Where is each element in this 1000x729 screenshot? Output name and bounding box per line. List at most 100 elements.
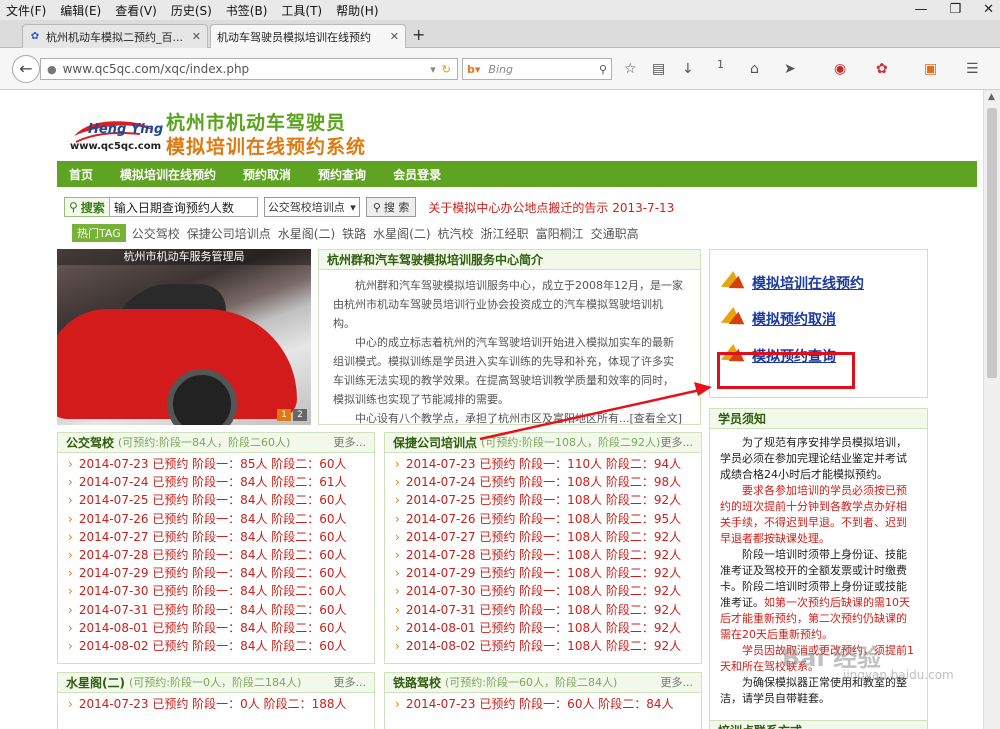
tag-link[interactable]: 富阳桐江 <box>536 225 584 242</box>
more-link[interactable]: 更多... <box>334 673 367 692</box>
close-tab-icon[interactable]: ✕ <box>390 30 399 43</box>
menu-tools[interactable]: 工具(T) <box>281 2 322 19</box>
nav-query[interactable]: 预约查询 <box>318 166 366 183</box>
more-link[interactable]: 更多... <box>661 433 694 452</box>
reload-icon[interactable]: ↻ <box>442 63 451 76</box>
intro-paragraph: 中心的成立标志着杭州的汽车驾驶培训开始进入模拟加实车的最新组训模式。模拟训练是学… <box>333 336 674 406</box>
tag-link[interactable]: 杭汽校 <box>438 225 474 242</box>
maximize-icon[interactable]: ❐ <box>949 2 961 17</box>
tab-title: 杭州机动车模拟二预约_百... <box>46 30 183 44</box>
search-icon[interactable]: ⚲ <box>599 63 607 76</box>
tag-link[interactable]: 交通职高 <box>591 225 639 242</box>
list-item[interactable]: 2014-07-25 已预约 阶段一：108人 阶段二：92人 <box>385 491 701 509</box>
list-item[interactable]: 2014-08-01 已预约 阶段一：108人 阶段二：92人 <box>385 619 701 637</box>
tab-current[interactable]: 机动车驾驶员模拟培训在线预约 ✕ <box>210 24 406 48</box>
tag-link[interactable]: 铁路 <box>342 225 366 242</box>
nav-booking[interactable]: 模拟培训在线预约 <box>120 166 216 183</box>
list-item[interactable]: 2014-07-29 已预约 阶段一：84人 阶段二：60人 <box>58 564 374 582</box>
link-cancel-booking[interactable]: 模拟预约取消 <box>717 307 836 331</box>
link-online-booking[interactable]: 模拟培训在线预约 <box>717 271 864 295</box>
pin-icon[interactable]: ➤ <box>784 61 796 77</box>
list-item[interactable]: 2014-07-24 已预约 阶段一：84人 阶段二：61人 <box>58 473 374 491</box>
menu-bookmarks[interactable]: 书签(B) <box>226 2 268 19</box>
search-submit-button[interactable]: ⚲ 搜 索 <box>365 197 417 217</box>
menu-view[interactable]: 查看(V) <box>115 2 157 19</box>
star-icon[interactable]: ☆ <box>624 61 637 77</box>
tag-link[interactable]: 水星阁(二) <box>373 225 430 242</box>
scroll-thumb[interactable] <box>987 108 997 378</box>
tag-link[interactable]: 水星阁(二) <box>278 225 335 242</box>
counter-badge[interactable]: 1 <box>717 58 724 71</box>
list-item[interactable]: 2014-08-02 已预约 阶段一：108人 阶段二：92人 <box>385 637 701 655</box>
list-item[interactable]: 2014-08-01 已预约 阶段一：84人 阶段二：60人 <box>58 619 374 637</box>
list-item[interactable]: 2014-07-27 已预约 阶段一：108人 阶段二：92人 <box>385 528 701 546</box>
list-item[interactable]: 2014-07-26 已预约 阶段一：84人 阶段二：60人 <box>58 510 374 528</box>
contact-box: 培训点联系方式 <box>709 720 928 729</box>
close-icon[interactable]: ✕ <box>983 2 994 17</box>
list-item[interactable]: 2014-07-29 已预约 阶段一：108人 阶段二：92人 <box>385 564 701 582</box>
fu-icon[interactable]: ✿ <box>876 61 888 77</box>
more-link[interactable]: 更多... <box>334 433 367 452</box>
list-header: 保捷公司培训点 (可预约:阶段一108人，阶段二92人) 更多... <box>385 433 701 453</box>
close-tab-icon[interactable]: ✕ <box>192 30 201 43</box>
hamburger-icon[interactable]: ☰ <box>966 61 979 77</box>
intro-more-link[interactable]: 中心设有八个教学点，承担了杭州市区及富阳地区所有...[查看全文] <box>333 409 684 428</box>
list-item[interactable]: 2014-07-27 已预约 阶段一：84人 阶段二：60人 <box>58 528 374 546</box>
nav-home[interactable]: 首页 <box>69 166 93 183</box>
back-icon[interactable]: ← <box>12 55 40 83</box>
site-logo[interactable]: Heng Ying www.qc5qc.com 杭州市机动车驾驶员 模拟培训在线… <box>70 108 370 158</box>
window-controls: — ❐ ✕ <box>914 2 994 17</box>
list-item[interactable]: 2014-07-23 已预约 阶段一：0人 阶段二：188人 <box>58 695 374 713</box>
extension-icon[interactable]: ▣ <box>924 61 937 77</box>
menu-file[interactable]: 文件(F) <box>6 2 46 19</box>
list-item[interactable]: 2014-07-23 已预约 阶段一：110人 阶段二：94人 <box>385 455 701 473</box>
search-label-button[interactable]: ⚲ 搜索 <box>64 197 110 217</box>
new-tab-icon[interactable]: + <box>412 25 425 44</box>
scroll-up-icon[interactable]: ▲ <box>988 92 995 102</box>
list-item[interactable]: 2014-07-25 已预约 阶段一：84人 阶段二：60人 <box>58 491 374 509</box>
notes-paragraph: 阶段一培训时须带上身份证、技能准考证及驾校开的全额发票或计时缴费卡。阶段二培训时… <box>720 547 917 643</box>
date-search-input[interactable]: 输入日期查询预约人数 <box>109 197 258 217</box>
dropdown-icon[interactable]: ▾ <box>430 63 436 76</box>
list-item[interactable]: 2014-07-23 已预约 阶段一：85人 阶段二：60人 <box>58 455 374 473</box>
list-item[interactable]: 2014-07-28 已预约 阶段一：108人 阶段二：92人 <box>385 546 701 564</box>
list-item[interactable]: 2014-07-30 已预约 阶段一：84人 阶段二：60人 <box>58 582 374 600</box>
nav-login[interactable]: 会员登录 <box>393 166 441 183</box>
intro-paragraph: 杭州群和汽车驾驶模拟培训服务中心，成立于2008年12月，是一家由杭州市机动车驾… <box>333 279 683 330</box>
list-item[interactable]: 2014-07-26 已预约 阶段一：108人 阶段二：95人 <box>385 510 701 528</box>
reading-list-icon[interactable]: ▤ <box>652 61 665 77</box>
chevron-down-icon: ▾ <box>350 200 356 214</box>
more-link[interactable]: 更多... <box>661 673 694 692</box>
menu-help[interactable]: 帮助(H) <box>336 2 378 19</box>
slideshow[interactable]: 杭州市机动车服务管理局 1 2 <box>57 249 311 425</box>
list-item[interactable]: 2014-07-31 已预约 阶段一：84人 阶段二：60人 <box>58 601 374 619</box>
list-item[interactable]: 2014-07-24 已预约 阶段一：108人 阶段二：98人 <box>385 473 701 491</box>
list-rows: 2014-07-23 已预约 阶段一：0人 阶段二：188人 <box>58 693 374 713</box>
list-item[interactable]: 2014-07-30 已预约 阶段一：108人 阶段二：92人 <box>385 582 701 600</box>
tag-link[interactable]: 浙江经职 <box>481 225 529 242</box>
download-icon[interactable]: ↓ <box>682 61 694 77</box>
bing-icon[interactable]: b▾ <box>467 63 480 76</box>
list-item[interactable]: 2014-07-23 已预约 阶段一：60人 阶段二：84人 <box>385 695 701 713</box>
tab-baidu[interactable]: ✿ 杭州机动车模拟二预约_百... ✕ <box>22 24 208 48</box>
relocation-notice-link[interactable]: 关于模拟中心办公地点搬迁的告示 2013-7-13 <box>428 199 674 216</box>
menu-history[interactable]: 历史(S) <box>171 2 212 19</box>
list-item[interactable]: 2014-07-31 已预约 阶段一：108人 阶段二：92人 <box>385 601 701 619</box>
menu-edit[interactable]: 编辑(E) <box>60 2 101 19</box>
slide-page-2[interactable]: 2 <box>293 409 307 421</box>
tag-link[interactable]: 公交驾校 <box>132 225 180 242</box>
tag-link[interactable]: 保捷公司培训点 <box>187 225 271 242</box>
slide-pager: 1 2 <box>277 409 307 421</box>
nav-cancel[interactable]: 预约取消 <box>243 166 291 183</box>
school-select[interactable]: 公交驾校培训点 ▾ <box>263 197 360 217</box>
list-item[interactable]: 2014-07-28 已预约 阶段一：84人 阶段二：60人 <box>58 546 374 564</box>
search-bar[interactable]: b▾ Bing ⚲ <box>462 58 612 80</box>
adblock-icon[interactable]: ◉ <box>834 61 846 77</box>
address-bar[interactable]: ● www.qc5qc.com/xqc/index.php ▾ ↻ <box>40 58 458 80</box>
slide-page-1[interactable]: 1 <box>277 409 291 421</box>
main-nav: 首页 模拟培训在线预约 预约取消 预约查询 会员登录 <box>57 161 977 187</box>
list-item[interactable]: 2014-08-02 已预约 阶段一：84人 阶段二：60人 <box>58 637 374 655</box>
scrollbar[interactable]: ▲ <box>983 90 1000 729</box>
home-icon[interactable]: ⌂ <box>750 61 759 77</box>
minimize-icon[interactable]: — <box>914 2 927 17</box>
